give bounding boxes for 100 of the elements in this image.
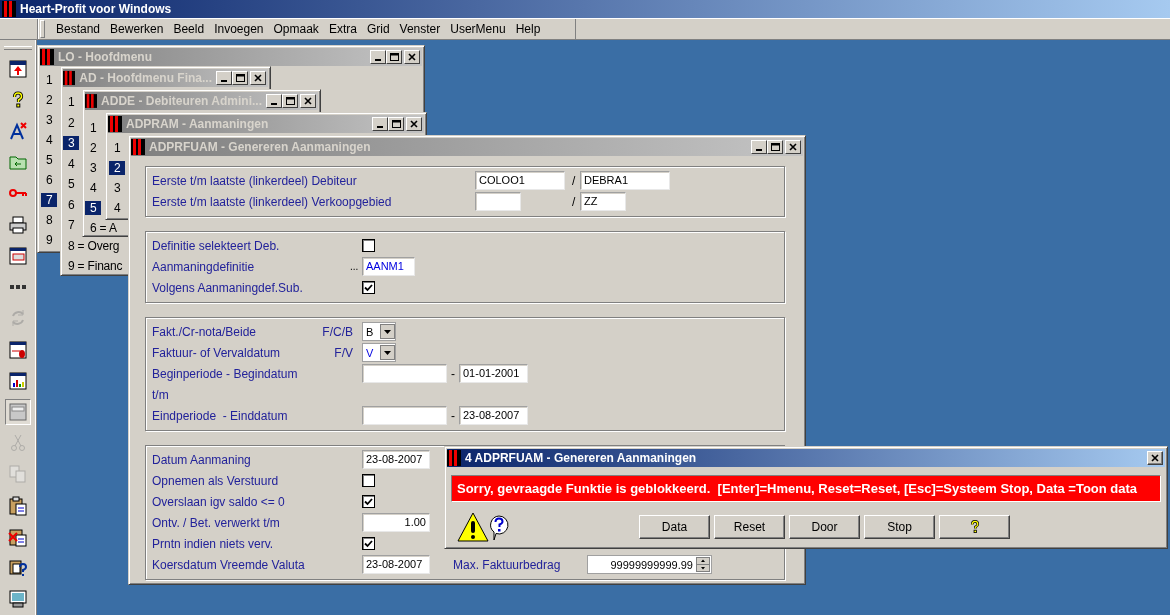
menu-option[interactable]: 1 bbox=[63, 95, 80, 110]
text-field[interactable]: ZZ bbox=[580, 192, 626, 211]
menu-option[interactable]: 4 bbox=[109, 201, 126, 215]
window-mouse-icon[interactable] bbox=[8, 339, 28, 360]
menu-option[interactable]: 2 bbox=[41, 93, 58, 107]
menu-option[interactable]: 2 bbox=[85, 141, 102, 155]
dialog-button[interactable]: Stop bbox=[864, 515, 935, 539]
menu-item[interactable]: Invoegen bbox=[209, 20, 269, 38]
monitor-icon[interactable] bbox=[8, 589, 28, 610]
menu-item[interactable]: Venster bbox=[394, 20, 446, 38]
menu-option[interactable]: 8 = Overg bbox=[63, 238, 125, 253]
menu-option[interactable]: 6 bbox=[41, 173, 58, 187]
checkbox[interactable] bbox=[362, 474, 375, 487]
menu-option[interactable]: 2 bbox=[109, 161, 126, 175]
menu-option[interactable]: 1 bbox=[85, 121, 102, 135]
text-field[interactable]: 1.00 bbox=[362, 513, 430, 532]
field-label: Eerste t/m laatste (linkerdeel) Debiteur bbox=[152, 173, 357, 188]
maximize-button[interactable] bbox=[282, 94, 298, 108]
menu-item[interactable]: Opmaak bbox=[268, 20, 324, 38]
close-button[interactable] bbox=[404, 50, 420, 64]
dropdown[interactable]: V bbox=[362, 343, 396, 362]
text-field[interactable]: 23-08-2007 bbox=[362, 450, 430, 469]
paste-x-icon[interactable] bbox=[8, 526, 28, 547]
spin-arrows-icon[interactable] bbox=[696, 557, 710, 572]
printer-icon[interactable] bbox=[8, 214, 28, 235]
field-code: F/C/B bbox=[322, 324, 353, 339]
text-field[interactable] bbox=[362, 364, 447, 383]
stripes-icon bbox=[40, 49, 54, 65]
menu-item[interactable]: Bewerken bbox=[105, 20, 169, 38]
menu-option[interactable]: 6 = A bbox=[85, 221, 122, 235]
minimize-button[interactable] bbox=[266, 94, 282, 108]
menu-option[interactable]: 2 bbox=[63, 115, 80, 130]
close-button[interactable] bbox=[785, 140, 801, 154]
menu-option[interactable]: 5 bbox=[85, 201, 102, 215]
dropdown[interactable]: B bbox=[362, 322, 396, 341]
minimize-button[interactable] bbox=[216, 71, 232, 85]
checkbox[interactable] bbox=[362, 239, 375, 252]
menu-option[interactable]: 4 bbox=[41, 133, 58, 147]
minimize-button[interactable] bbox=[370, 50, 386, 64]
text-field[interactable]: 01-01-2001 bbox=[459, 364, 528, 383]
help-button[interactable] bbox=[939, 515, 1010, 539]
maximize-button[interactable] bbox=[388, 117, 404, 131]
menu-option[interactable]: 9 bbox=[41, 233, 58, 247]
chart-window-icon[interactable] bbox=[8, 370, 28, 391]
field-label: Definitie selekteert Deb. bbox=[152, 238, 280, 253]
close-button[interactable] bbox=[250, 71, 266, 85]
menu-option[interactable]: 5 bbox=[41, 153, 58, 167]
menu-item[interactable]: Help bbox=[510, 20, 546, 38]
menu-item[interactable]: Extra bbox=[323, 20, 362, 38]
close-icon bbox=[304, 97, 312, 105]
close-button[interactable] bbox=[1147, 451, 1163, 465]
menu-option[interactable]: 5 bbox=[63, 177, 80, 192]
menu-item[interactable]: UserMenu bbox=[445, 20, 511, 38]
checkbox[interactable] bbox=[362, 537, 375, 550]
text-field[interactable]: 23-08-2007 bbox=[459, 406, 528, 425]
paste-help-icon[interactable] bbox=[8, 558, 28, 579]
menu-option[interactable]: 3 bbox=[63, 136, 80, 151]
menu-option[interactable]: 3 bbox=[41, 113, 58, 127]
menu-option[interactable]: 3 bbox=[109, 181, 126, 195]
dialog-button[interactable]: Data bbox=[639, 515, 710, 539]
window-title: ADPRFUAM - Genereren Aanmaningen bbox=[149, 140, 372, 154]
text-field[interactable]: DEBRA1 bbox=[580, 171, 670, 190]
menu-option[interactable]: 1 bbox=[41, 73, 58, 87]
checkbox[interactable] bbox=[362, 495, 375, 508]
menu-item[interactable]: Grid bbox=[361, 20, 395, 38]
minimize-button[interactable] bbox=[751, 140, 767, 154]
menu-option[interactable]: 3 bbox=[85, 161, 102, 175]
letter-a-x-icon[interactable] bbox=[8, 121, 28, 142]
dialog-button[interactable]: Door bbox=[789, 515, 860, 539]
maximize-button[interactable] bbox=[767, 140, 783, 154]
menu-option[interactable]: 7 bbox=[41, 193, 58, 207]
menu-option[interactable]: 8 bbox=[41, 213, 58, 227]
maximize-icon bbox=[770, 143, 780, 151]
menu-option[interactable]: 1 bbox=[109, 141, 126, 155]
paste-icon[interactable] bbox=[8, 495, 28, 516]
text-field[interactable]: AANM1 bbox=[362, 257, 415, 276]
close-button[interactable] bbox=[300, 94, 316, 108]
spin-field[interactable]: 99999999999.99 bbox=[587, 555, 712, 574]
text-field[interactable]: COLOO1 bbox=[475, 171, 565, 190]
separator: / bbox=[572, 194, 577, 209]
window-icon[interactable] bbox=[8, 245, 28, 266]
checkbox[interactable] bbox=[362, 281, 375, 294]
menu-option[interactable]: 4 bbox=[63, 156, 80, 171]
menu-option[interactable]: 7 bbox=[63, 218, 80, 233]
text-field[interactable] bbox=[475, 192, 521, 211]
maximize-icon bbox=[235, 74, 245, 82]
menu-item[interactable]: Bestand bbox=[51, 20, 106, 38]
text-field[interactable]: 23-08-2007 bbox=[362, 555, 430, 574]
menu-option[interactable]: 4 bbox=[85, 181, 102, 195]
lookup-dots[interactable]: ... bbox=[350, 261, 359, 272]
menu-item[interactable]: Beeld bbox=[168, 20, 210, 38]
maximize-button[interactable] bbox=[386, 50, 402, 64]
menu-option[interactable]: 6 bbox=[63, 197, 80, 212]
minimize-button[interactable] bbox=[372, 117, 388, 131]
close-button[interactable] bbox=[406, 117, 422, 131]
maximize-button[interactable] bbox=[232, 71, 248, 85]
text-field[interactable] bbox=[362, 406, 447, 425]
stripes-icon bbox=[85, 93, 98, 109]
menu-option[interactable]: 9 = Financ bbox=[63, 259, 128, 274]
dialog-button[interactable]: Reset bbox=[714, 515, 785, 539]
